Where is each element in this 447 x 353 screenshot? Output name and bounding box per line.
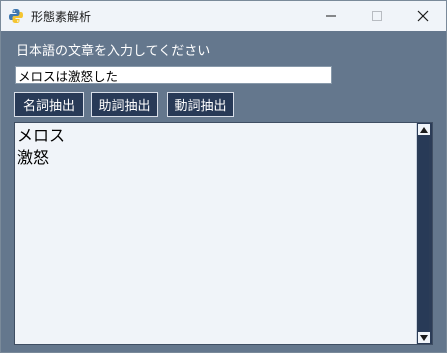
result-line: メロス [17, 126, 66, 145]
sentence-input[interactable] [15, 66, 332, 84]
arrow-up-icon [420, 126, 428, 133]
minimize-icon [326, 15, 336, 17]
maximize-icon [372, 11, 382, 21]
result-line: 激怒 [17, 148, 50, 167]
input-prompt-label: 日本語の文章を入力してください [16, 44, 211, 59]
close-icon [417, 10, 429, 22]
extract-particles-button[interactable]: 助詞抽出 [91, 92, 158, 117]
result-text-area[interactable]: メロス 激怒 [14, 122, 433, 345]
python-icon [8, 8, 24, 24]
minimize-button[interactable] [308, 1, 354, 31]
title-bar: 形態素解析 [1, 1, 446, 31]
app-window: 形態素解析 日本語の文章を入力してください 名詞抽出 助詞抽出 動詞抽出 メロス… [0, 0, 447, 353]
close-button[interactable] [400, 1, 446, 31]
result-text: メロス 激怒 [17, 125, 415, 341]
vertical-scrollbar[interactable] [416, 123, 432, 344]
window-title: 形態素解析 [31, 10, 92, 24]
arrow-down-icon [420, 334, 428, 341]
extract-verbs-button[interactable]: 動詞抽出 [167, 92, 234, 117]
extract-nouns-button[interactable]: 名詞抽出 [14, 92, 84, 117]
scroll-up-button[interactable] [418, 124, 430, 135]
scroll-down-button[interactable] [418, 332, 430, 343]
maximize-button[interactable] [354, 1, 400, 31]
scrollbar-thumb[interactable] [419, 136, 429, 331]
